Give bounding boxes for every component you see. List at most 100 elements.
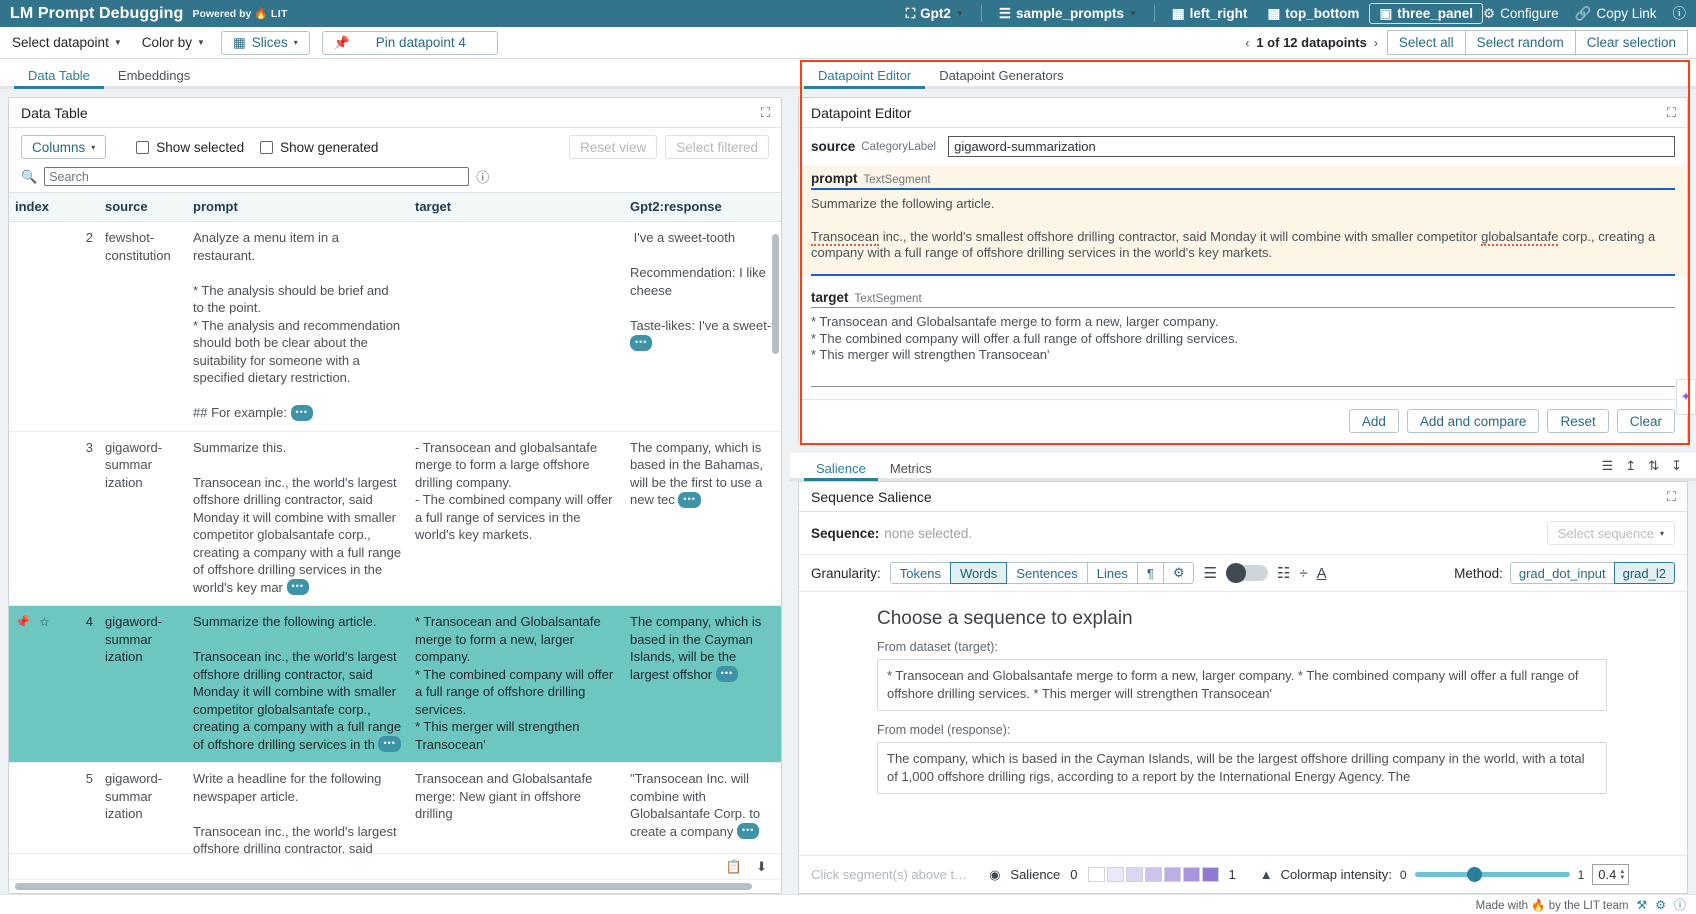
- split-icon[interactable]: ÷: [1299, 565, 1307, 582]
- stepper-arrows[interactable]: ▲▼: [1619, 869, 1625, 881]
- collapse-center-icon[interactable]: ⇅: [1648, 458, 1659, 474]
- search-icon: 🔍: [21, 169, 37, 185]
- dataset-selector[interactable]: ☰ sample_prompts ▼: [989, 3, 1147, 24]
- bug-icon[interactable]: ⚒: [1636, 898, 1647, 912]
- method-label: Method:: [1454, 566, 1503, 581]
- tab-embeddings[interactable]: Embeddings: [104, 68, 204, 89]
- granularity-lines[interactable]: Lines: [1087, 562, 1138, 584]
- grid-icon[interactable]: ☷: [1277, 564, 1290, 582]
- download-icon[interactable]: ⬇: [756, 859, 767, 875]
- from-dataset-card[interactable]: * Transocean and Globalsantafe merge to …: [877, 659, 1607, 711]
- info-icon[interactable]: ⓘ: [1674, 896, 1686, 913]
- add-and-compare-button[interactable]: Add and compare: [1407, 409, 1540, 433]
- expand-icon[interactable]: ⛶: [1667, 105, 1675, 121]
- slices-button[interactable]: ▦ Slices ▾: [221, 31, 310, 55]
- prompt-textarea[interactable]: Summarize the following article. Transoc…: [811, 188, 1675, 276]
- tab-metrics[interactable]: Metrics: [878, 461, 944, 481]
- copy-icon[interactable]: 📋: [726, 859, 742, 875]
- search-input[interactable]: [44, 167, 469, 186]
- layout-three-panel-icon: ▣: [1379, 7, 1392, 21]
- target-icon[interactable]: ◉: [989, 867, 1000, 883]
- granularity-words[interactable]: Words: [950, 562, 1007, 584]
- add-button[interactable]: Add: [1349, 409, 1399, 433]
- table-horizontal-scrollbar[interactable]: [9, 879, 781, 893]
- table-vertical-scrollbar[interactable]: [772, 234, 779, 354]
- column-header-response[interactable]: Gpt2:response: [624, 193, 781, 222]
- tab-datapoint-editor[interactable]: Datapoint Editor: [804, 68, 925, 89]
- granularity-sentences[interactable]: Sentences: [1006, 562, 1087, 584]
- show-selected-checkbox[interactable]: Show selected: [136, 140, 244, 155]
- expand-icon[interactable]: ⛶: [1667, 489, 1675, 505]
- prev-datapoint-button[interactable]: ‹: [1245, 36, 1249, 50]
- truncation-indicator[interactable]: •••: [378, 736, 400, 752]
- truncation-indicator[interactable]: •••: [737, 823, 759, 839]
- column-header-source[interactable]: source: [99, 193, 187, 222]
- truncation-indicator[interactable]: •••: [287, 579, 309, 595]
- expand-icon[interactable]: ⛶: [761, 105, 769, 121]
- table-row[interactable]: 2 fewshot-constitution Analyze a menu it…: [9, 222, 781, 432]
- collapse-up-icon[interactable]: ↥: [1625, 458, 1636, 474]
- source-input[interactable]: [948, 136, 1675, 157]
- granularity-paragraph-icon[interactable]: ¶: [1137, 562, 1164, 584]
- truncation-indicator[interactable]: •••: [716, 666, 738, 682]
- method-grad-dot-input[interactable]: grad_dot_input: [1510, 562, 1615, 584]
- next-datapoint-button[interactable]: ›: [1374, 36, 1378, 50]
- colormap-value-stepper[interactable]: 0.4 ▲▼: [1592, 864, 1629, 885]
- column-header-index[interactable]: index: [9, 193, 99, 222]
- reset-view-button[interactable]: Reset view: [569, 135, 657, 159]
- method-selector: Method: grad_dot_input grad_l2: [1454, 562, 1675, 584]
- help-button[interactable]: ⓘ: [1673, 7, 1687, 21]
- copy-link-button[interactable]: 🔗 Copy Link: [1575, 6, 1657, 21]
- pin-datapoint-button[interactable]: 📌 Pin datapoint 4: [322, 31, 498, 55]
- select-random-button[interactable]: Select random: [1465, 30, 1576, 55]
- reset-button[interactable]: Reset: [1547, 409, 1608, 433]
- truncation-indicator[interactable]: •••: [630, 335, 652, 351]
- cell-response: I've a sweet-tooth Recommendation: I lik…: [624, 222, 781, 432]
- method-grad-l2[interactable]: grad_l2: [1614, 562, 1675, 584]
- show-generated-checkbox[interactable]: Show generated: [260, 140, 378, 155]
- scrollbar-thumb[interactable]: [15, 883, 752, 890]
- drag-handle-icon[interactable]: ☰: [1602, 458, 1614, 474]
- align-left-icon[interactable]: ☰: [1203, 564, 1216, 582]
- granularity-settings-icon[interactable]: ⚙: [1163, 562, 1195, 584]
- help-circle-icon[interactable]: ⓘ: [476, 167, 489, 186]
- model-selector[interactable]: ⛶ Gpt2 ▼: [896, 3, 974, 24]
- collapse-down-icon[interactable]: ↧: [1671, 458, 1682, 474]
- toggle-switch-icon[interactable]: [1226, 565, 1268, 581]
- columns-button[interactable]: Columns ▾: [21, 135, 106, 159]
- tab-salience[interactable]: Salience: [804, 461, 878, 481]
- select-sequence-button[interactable]: Select sequence ▾: [1547, 521, 1675, 545]
- main-area: Data Table Embeddings Data Table ⛶ Colum…: [0, 59, 1696, 894]
- clear-selection-button[interactable]: Clear selection: [1575, 30, 1688, 55]
- from-model-card[interactable]: The company, which is based in the Cayma…: [877, 742, 1607, 794]
- table-row[interactable]: 3 gigaword-summarization Summarize this.…: [9, 431, 781, 606]
- column-header-target[interactable]: target: [409, 193, 624, 222]
- target-textarea[interactable]: * Transocean and Globalsantafe merge to …: [811, 307, 1675, 387]
- slider-handle[interactable]: [1467, 867, 1482, 882]
- select-datapoint-dropdown[interactable]: Select datapoint ▼: [8, 33, 126, 52]
- table-row[interactable]: 📌 ☆ 4 gigaword-summarization Summarize t…: [9, 606, 781, 763]
- configure-button[interactable]: ⚙ Configure: [1483, 6, 1559, 21]
- pin-icon[interactable]: 📌: [15, 614, 30, 632]
- select-filtered-button[interactable]: Select filtered: [665, 135, 769, 159]
- colormap-slider[interactable]: [1415, 872, 1570, 877]
- sparkle-icon[interactable]: ✦: [1676, 379, 1696, 415]
- truncation-indicator[interactable]: •••: [291, 405, 313, 421]
- tab-data-table[interactable]: Data Table: [14, 68, 104, 89]
- chevron-down-icon: ▾: [1660, 529, 1664, 538]
- column-header-prompt[interactable]: prompt: [187, 193, 409, 222]
- layout-top-bottom-button[interactable]: ▦ top_bottom: [1257, 3, 1369, 24]
- datapoint-editor-actions: Add Add and compare Reset Clear: [799, 399, 1687, 443]
- granularity-tokens[interactable]: Tokens: [890, 562, 951, 584]
- underline-a-icon[interactable]: A: [1317, 565, 1327, 582]
- settings-icon[interactable]: ⚙: [1655, 898, 1666, 912]
- layout-three-panel-button[interactable]: ▣ three_panel: [1369, 3, 1483, 24]
- truncation-indicator[interactable]: •••: [678, 492, 700, 508]
- tab-datapoint-generators[interactable]: Datapoint Generators: [925, 68, 1077, 89]
- star-icon[interactable]: ☆: [39, 614, 50, 632]
- color-by-dropdown[interactable]: Color by ▼: [138, 33, 209, 52]
- select-all-button[interactable]: Select all: [1387, 30, 1466, 55]
- table-row[interactable]: 5 gigaword-summarization Write a headlin…: [9, 763, 781, 853]
- layout-left-right-button[interactable]: ▦ left_right: [1162, 3, 1258, 24]
- clear-button[interactable]: Clear: [1617, 409, 1675, 433]
